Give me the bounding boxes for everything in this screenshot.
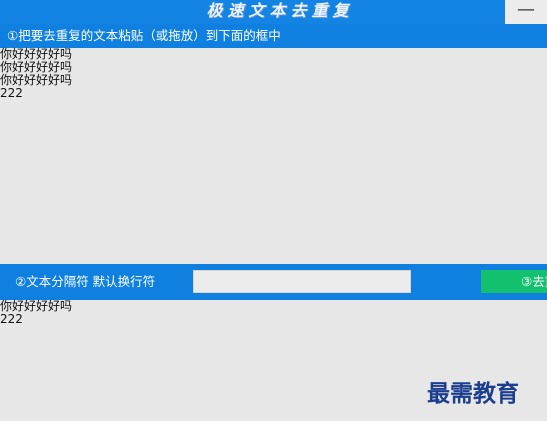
source-line: 你好好好好吗 (0, 47, 73, 61)
minimize-button[interactable]: — (505, 0, 547, 24)
instruction-bar: ①把要去重复的文本粘贴（或拖放）到下面的框中 (0, 24, 547, 48)
result-line: 你好好好好吗 (0, 299, 73, 313)
separator-label: ②文本分隔符 默认换行符 (15, 274, 156, 289)
title-bar: 极速文本去重复 — (0, 0, 547, 24)
app-title: 极速文本去重复 (206, 1, 354, 20)
source-text-area[interactable]: 你好好好好吗 你好好好好吗 你好好好好吗 222 (0, 48, 547, 264)
dedupe-button-label: ③去重复 (521, 274, 547, 289)
dedupe-button[interactable]: ③去重复 (481, 270, 547, 293)
instruction-text: ①把要去重复的文本粘贴（或拖放）到下面的框中 (7, 28, 281, 43)
source-line: 你好好好好吗 (0, 60, 73, 74)
watermark-logo: 最需教育 (427, 380, 519, 407)
options-bar: ②文本分隔符 默认换行符 ③去重复 (0, 264, 547, 300)
result-line: 222 (0, 312, 23, 326)
source-line: 你好好好好吗 (0, 73, 73, 87)
separator-input[interactable] (193, 270, 411, 293)
source-line: 222 (0, 86, 23, 100)
